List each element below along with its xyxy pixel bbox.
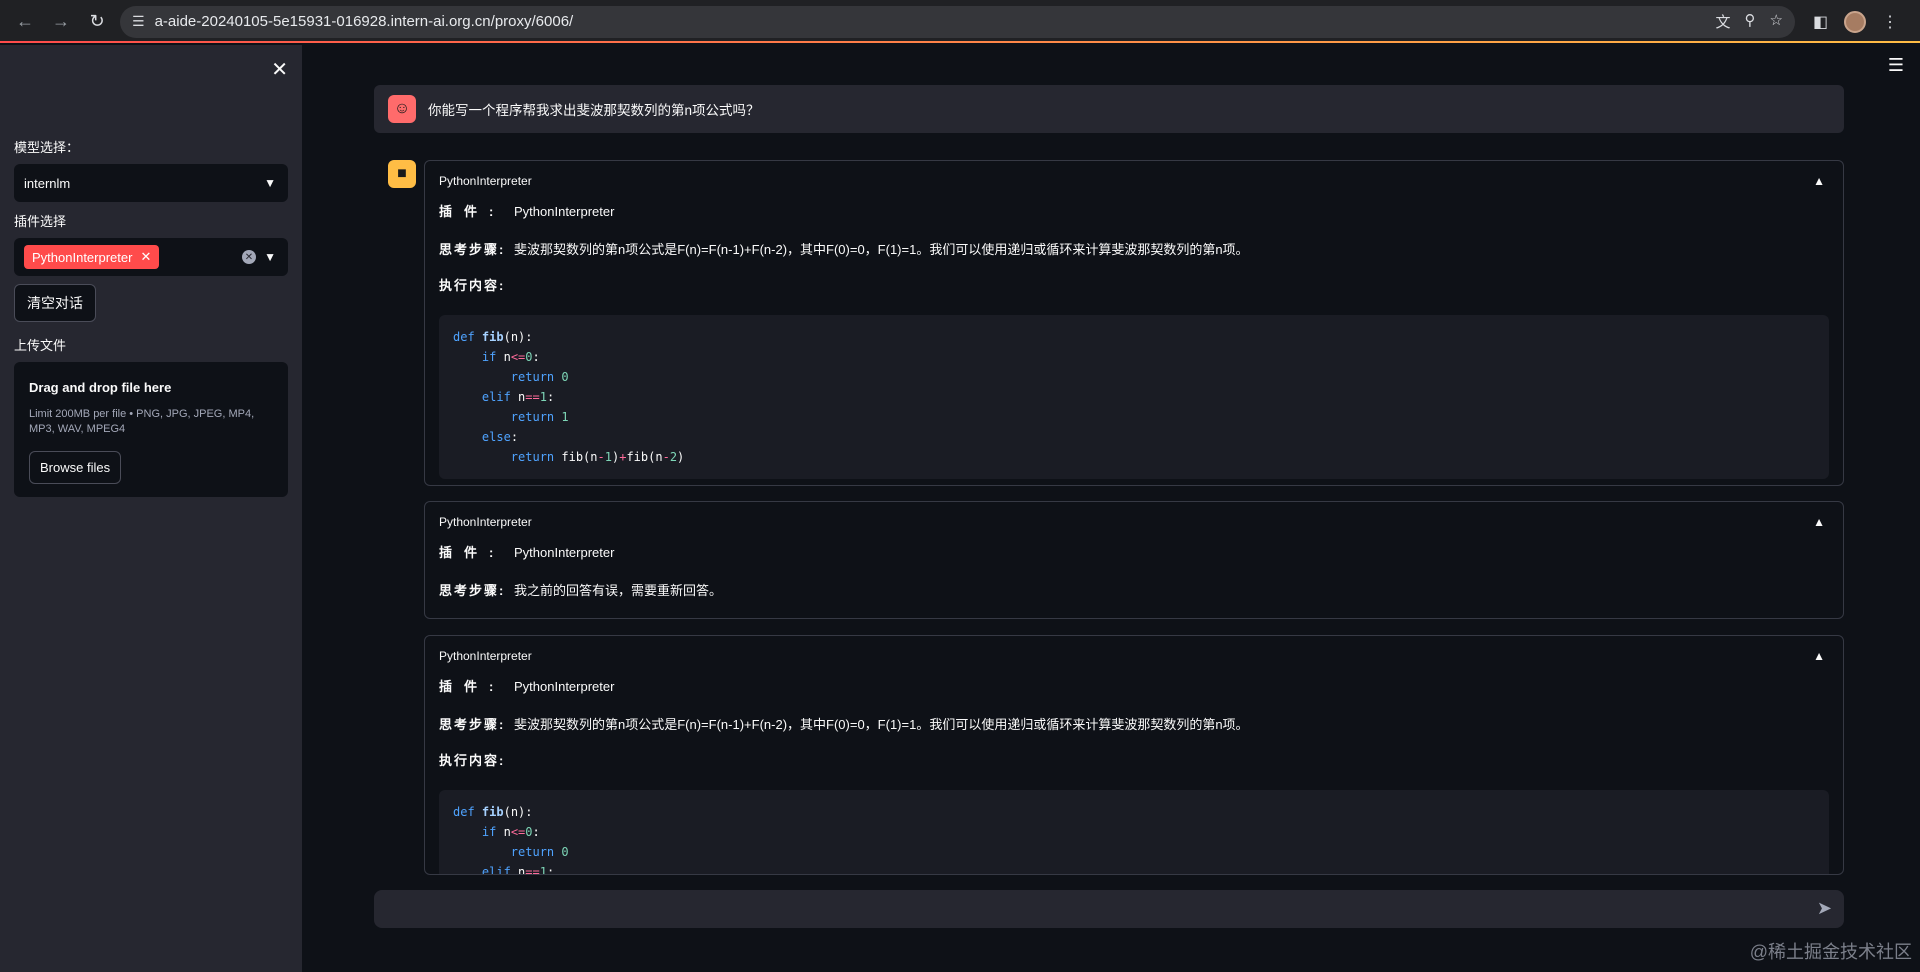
send-icon[interactable]: ➤ [1817,898,1832,919]
plugin-row: 插件: PythonInterpreter [425,542,1843,570]
zoom-icon[interactable]: ⚲ [1745,11,1756,32]
dropzone-title: Drag and drop file here [29,380,172,395]
exec-row: 执行内容: [425,742,1843,776]
upload-label: 上传文件 [14,338,67,353]
plugin-value: PythonInterpreter [514,204,615,219]
browser-menu-icon[interactable]: ⋮ [1882,12,1898,32]
plugin-key: 插件: [439,679,506,694]
thought-row: 思考步骤: 斐波那契数列的第n项公式是F(n)=F(n-1)+F(n-2)，其中… [425,229,1843,267]
plugin-expander[interactable]: PythonInterpreter ▲ 插件: PythonInterprete… [424,635,1844,875]
plugin-row: 插件: PythonInterpreter [425,676,1843,704]
bookmark-star-icon[interactable]: ☆ [1770,11,1783,32]
plugin-multiselect[interactable]: PythonInterpreter ✕ ✕ ▼ [14,238,288,276]
user-message: ☺ 你能写一个程序帮我求出斐波那契数列的第n项公式吗？ [374,85,1844,133]
url-text[interactable]: a-aide-20240105-5e15931-016928.intern-ai… [155,13,1716,30]
reload-icon[interactable]: ↻ [82,7,112,37]
thought-key: 思考步骤: [439,716,506,732]
thought-row: 思考步骤: 我之前的回答有误，需要重新回答。 [425,570,1843,608]
bot-avatar-icon: ■ [388,160,416,188]
dropzone-limit: Limit 200MB per file • PNG, JPG, JPEG, M… [29,408,255,435]
chevron-down-icon[interactable]: ▼ [264,176,276,190]
model-select[interactable]: internlm ▼ [14,164,288,202]
forward-icon[interactable]: → [46,7,76,37]
browser-nav: ← → ↻ [10,7,112,37]
thought-value: 斐波那契数列的第n项公式是F(n)=F(n-1)+F(n-2)，其中F(0)=0… [514,241,1249,257]
plugin-row: 插件: PythonInterpreter [425,201,1843,229]
user-message-text: 你能写一个程序帮我求出斐波那契数列的第n项公式吗？ [428,103,760,118]
thought-value: 我之前的回答有误，需要重新回答。 [514,582,723,598]
watermark: @稀土掘金技术社区 [1749,942,1912,962]
expander-title: PythonInterpreter [439,174,532,188]
model-select-label: 模型选择： [14,140,80,155]
chevron-up-icon[interactable]: ▲ [1813,649,1825,663]
plugin-key: 插件: [439,204,506,219]
exec-row: 执行内容: [425,267,1843,301]
thought-row: 思考步骤: 斐波那契数列的第n项公式是F(n)=F(n-1)+F(n-2)，其中… [425,704,1843,742]
expander-title: PythonInterpreter [439,515,532,529]
chat-input[interactable]: ➤ [374,890,1844,928]
chevron-up-icon[interactable]: ▲ [1813,515,1825,529]
clear-selection-icon[interactable]: ✕ [242,250,256,264]
chevron-up-icon[interactable]: ▲ [1813,174,1825,188]
profile-avatar[interactable] [1844,10,1867,33]
close-sidebar-icon[interactable]: ✕ [271,57,288,82]
streamlit-app: ✕ 模型选择： internlm ▼ 插件选择 PythonInterprete… [0,45,1920,972]
exec-key: 执行内容: [439,277,506,293]
address-bar[interactable]: ☰ a-aide-20240105-5e15931-016928.intern-… [120,5,1795,38]
browse-files-button[interactable]: Browse files [29,450,122,484]
thought-key: 思考步骤: [439,582,506,598]
plugin-tag-label: PythonInterpreter [32,249,133,265]
chevron-down-icon[interactable]: ▼ [264,250,276,264]
menu-icon[interactable]: ☰ [1888,55,1904,76]
accent-bar [0,41,1920,43]
expander-header[interactable]: PythonInterpreter ▲ [425,502,1843,542]
expander-title: PythonInterpreter [439,649,532,663]
user-avatar-icon: ☺ [388,95,416,123]
code-block: def fib(n): if n<=0: return 0 elif n==1: [439,790,1829,874]
file-dropzone[interactable]: Drag and drop file here Limit 200MB per … [14,362,288,497]
plugin-expander[interactable]: PythonInterpreter ▲ 插件: PythonInterprete… [424,501,1844,619]
sidebar: ✕ 模型选择： internlm ▼ 插件选择 PythonInterprete… [0,45,302,972]
model-select-value: internlm [24,175,71,191]
plugin-expander[interactable]: PythonInterpreter ▲ 插件: PythonInterprete… [424,160,1844,486]
remove-tag-icon[interactable]: ✕ [140,249,151,265]
back-icon[interactable]: ← [10,7,40,37]
plugin-select-label: 插件选择 [14,214,67,229]
browser-toolbar: ← → ↻ ☰ a-aide-20240105-5e15931-016928.i… [0,0,1920,43]
plugin-key: 插件: [439,545,506,560]
thought-key: 思考步骤: [439,241,506,257]
site-info-icon[interactable]: ☰ [132,13,145,30]
exec-key: 执行内容: [439,752,506,768]
expander-header[interactable]: PythonInterpreter ▲ [425,636,1843,676]
side-panel-icon[interactable]: ◧ [1813,12,1828,32]
expander-header[interactable]: PythonInterpreter ▲ [425,161,1843,201]
code-block: def fib(n): if n<=0: return 0 elif n==1:… [439,315,1829,479]
plugin-value: PythonInterpreter [514,545,615,560]
main-area: ☰ ☺ 你能写一个程序帮我求出斐波那契数列的第n项公式吗？ ■ PythonIn… [302,45,1920,972]
plugin-value: PythonInterpreter [514,679,615,694]
plugin-tag[interactable]: PythonInterpreter ✕ [24,245,160,269]
clear-chat-button[interactable]: 清空对话 [14,284,96,322]
translate-icon[interactable]: 文 [1716,11,1731,32]
thought-value: 斐波那契数列的第n项公式是F(n)=F(n-1)+F(n-2)，其中F(0)=0… [514,716,1249,732]
